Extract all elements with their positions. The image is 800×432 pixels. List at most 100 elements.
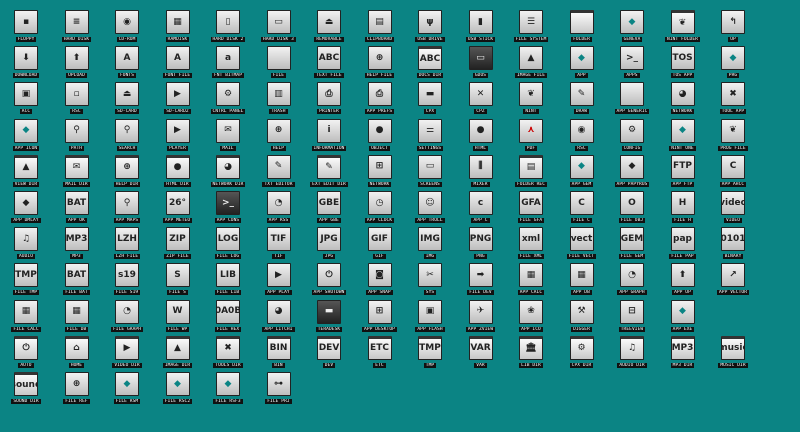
desktop-icon-128[interactable]: ⊞ APP DESKTOP bbox=[360, 298, 400, 338]
desktop-icon-82[interactable]: GBE APP GBE bbox=[309, 189, 349, 229]
desktop-icon-113[interactable]: ◙ APP SNAP bbox=[360, 261, 400, 301]
desktop-icon-150[interactable]: sound SOUND DIR bbox=[6, 370, 46, 410]
desktop-icon-80[interactable]: >_ APP CONS bbox=[208, 189, 248, 229]
desktop-icon-73[interactable]: ◆ APP PAPYRUS bbox=[612, 153, 652, 193]
desktop-icon-144[interactable]: VAR VAR bbox=[461, 334, 501, 374]
desktop-icon-63[interactable]: ⊕ HELP DIR bbox=[107, 153, 147, 193]
desktop-icon-114[interactable]: ✂ SYS bbox=[410, 261, 450, 301]
desktop-icon-24[interactable]: ABC DOCS DIR bbox=[410, 44, 450, 84]
desktop-icon-87[interactable]: C FILE C bbox=[562, 189, 602, 229]
desktop-icon-99[interactable]: IMG IMG bbox=[410, 225, 450, 265]
desktop-icon-127[interactable]: ▬ TERADESK bbox=[309, 298, 349, 338]
desktop-icon-43[interactable]: APP GENERIC bbox=[612, 80, 652, 120]
desktop-icon-37[interactable]: ⎙ PRINTER bbox=[309, 80, 349, 120]
desktop-icon-86[interactable]: GFA FILE GFA bbox=[511, 189, 551, 229]
desktop-icon-29[interactable]: TOS TOS APP bbox=[663, 44, 703, 84]
desktop-icon-153[interactable]: ◆ FILE RSC2 bbox=[158, 370, 198, 410]
desktop-icon-57[interactable]: ◉ RSC bbox=[562, 117, 602, 157]
desktop-icon-121[interactable]: ▦ FILE CALC bbox=[6, 298, 46, 338]
desktop-icon-17[interactable]: ⬆ UPLOAD bbox=[57, 44, 97, 84]
desktop-icon-90[interactable]: video VIDEO bbox=[713, 189, 753, 229]
desktop-icon-117[interactable]: ▦ APP DB bbox=[562, 261, 602, 301]
desktop-icon-20[interactable]: a FNT BITMAP bbox=[208, 44, 248, 84]
desktop-icon-135[interactable]: ⏻ AUTO bbox=[6, 334, 46, 374]
desktop-icon-47[interactable]: ⚲ PATH bbox=[57, 117, 97, 157]
desktop-icon-118[interactable]: ◔ APP GRAPH bbox=[612, 261, 652, 301]
desktop-icon-132[interactable]: ⚒ DIGGER bbox=[562, 298, 602, 338]
desktop-icon-143[interactable]: TMP TMP bbox=[410, 334, 450, 374]
desktop-icon-67[interactable]: ✎ EXT EDIT DIR bbox=[309, 153, 349, 193]
desktop-icon-68[interactable]: ⊞ NETWORK bbox=[360, 153, 400, 193]
desktop-icon-28[interactable]: >_ APPS bbox=[612, 44, 652, 84]
desktop-icon-134[interactable]: ◆ APP EXE bbox=[663, 298, 703, 338]
desktop-icon-41[interactable]: ❦ NINT bbox=[511, 80, 551, 120]
desktop-icon-104[interactable]: pap FILE PAP bbox=[663, 225, 703, 265]
desktop-icon-27[interactable]: ◆ APP bbox=[562, 44, 602, 84]
desktop-icon-54[interactable]: ⚌ SETTINGS bbox=[410, 117, 450, 157]
desktop-icon-58[interactable]: ⚙ CONFIG bbox=[612, 117, 652, 157]
desktop-icon-4[interactable]: ▦ RAMDISK bbox=[158, 8, 198, 48]
desktop-icon-95[interactable]: LOG FILE LOG bbox=[208, 225, 248, 265]
desktop-icon-9[interactable]: ψ USB DRIVE bbox=[410, 8, 450, 48]
desktop-icon-107[interactable]: BAT FILE BAT bbox=[57, 261, 97, 301]
desktop-icon-103[interactable]: GEM FILE GEM bbox=[612, 225, 652, 265]
desktop-icon-125[interactable]: 0A0B FILE HEX bbox=[208, 298, 248, 338]
desktop-icon-77[interactable]: BAT APP OK bbox=[57, 189, 97, 229]
desktop-icon-131[interactable]: ❀ APP ICO bbox=[511, 298, 551, 338]
desktop-icon-102[interactable]: vect FILE VECT bbox=[562, 225, 602, 265]
desktop-icon-83[interactable]: ◷ APP CLOCK bbox=[360, 189, 400, 229]
desktop-icon-116[interactable]: ▦ APP CALC bbox=[511, 261, 551, 301]
desktop-icon-96[interactable]: TIF TIF bbox=[259, 225, 299, 265]
desktop-icon-72[interactable]: ◆ APP GEM bbox=[562, 153, 602, 193]
desktop-icon-66[interactable]: ✎ TXT EDITOR bbox=[259, 153, 299, 193]
desktop-icon-155[interactable]: ⊶ FILE PRJ bbox=[259, 370, 299, 410]
desktop-icon-5[interactable]: ▯ HARD DISK 2 bbox=[208, 8, 248, 48]
desktop-icon-48[interactable]: ⚲ SEARCH bbox=[107, 117, 147, 157]
desktop-icon-70[interactable]: ⫼ MIXER bbox=[461, 153, 501, 193]
desktop-icon-6[interactable]: ▭ HARD DISK 3 bbox=[259, 8, 299, 48]
desktop-icon-152[interactable]: ◆ FILE RSM bbox=[107, 370, 147, 410]
desktop-icon-146[interactable]: ⚙ CPX DIR bbox=[562, 334, 602, 374]
desktop-icon-2[interactable]: ≡ HARD DISK bbox=[57, 8, 97, 48]
desktop-icon-62[interactable]: ✉ MAIL DIR bbox=[57, 153, 97, 193]
desktop-icon-111[interactable]: ▶ APP PLAY bbox=[259, 261, 299, 301]
desktop-icon-33[interactable]: ⏏ SD-CARD bbox=[107, 80, 147, 120]
desktop-icon-79[interactable]: 26° APP METEO bbox=[158, 189, 198, 229]
desktop-icon-97[interactable]: JPG JPG bbox=[309, 225, 349, 265]
desktop-icon-32[interactable]: ▫ RSC bbox=[57, 80, 97, 120]
desktop-icon-122[interactable]: ▦ FILE DB bbox=[57, 298, 97, 338]
desktop-icon-59[interactable]: ◆ NINT ONE bbox=[663, 117, 703, 157]
desktop-icon-133[interactable]: ⊟ TREEVIEW bbox=[612, 298, 652, 338]
desktop-icon-115[interactable]: ➡ FILE DEV bbox=[461, 261, 501, 301]
desktop-icon-112[interactable]: ⏻ APP SHUTDWN bbox=[309, 261, 349, 301]
desktop-icon-64[interactable]: ● HTML DIR bbox=[158, 153, 198, 193]
desktop-icon-110[interactable]: LIB FILE LIB bbox=[208, 261, 248, 301]
desktop-icon-36[interactable]: ▥ TRASH bbox=[259, 80, 299, 120]
desktop-icon-22[interactable]: ABC TEXT FILE bbox=[309, 44, 349, 84]
desktop-icon-30[interactable]: ◆ PRG bbox=[713, 44, 753, 84]
desktop-icon-148[interactable]: MP3 MP3 DIR bbox=[663, 334, 703, 374]
desktop-icon-34[interactable]: ▶ SD-CARD2 bbox=[158, 80, 198, 120]
desktop-icon-145[interactable]: 🏛 LIB DIR bbox=[511, 334, 551, 374]
desktop-icon-60[interactable]: ❦ PROG FILE bbox=[713, 117, 753, 157]
desktop-icon-93[interactable]: LZH LZH FILE bbox=[107, 225, 147, 265]
desktop-icon-50[interactable]: ✉ MAIL bbox=[208, 117, 248, 157]
desktop-icon-89[interactable]: H FILE H bbox=[663, 189, 703, 229]
desktop-icon-3[interactable]: ◉ CD-ROM bbox=[107, 8, 147, 48]
desktop-icon-52[interactable]: i INFORMATION bbox=[309, 117, 349, 157]
desktop-icon-75[interactable]: C APP AHCC bbox=[713, 153, 753, 193]
desktop-icon-61[interactable]: ▲ VIEW DIR bbox=[6, 153, 46, 193]
desktop-icon-137[interactable]: ▶ VIDEO DIR bbox=[107, 334, 147, 374]
desktop-icon-88[interactable]: O FILE OBJ bbox=[612, 189, 652, 229]
desktop-icon-7[interactable]: ⏏ REMOVABLE bbox=[309, 8, 349, 48]
desktop-icon-71[interactable]: ▤ FOLDER REC bbox=[511, 153, 551, 193]
desktop-icon-154[interactable]: ◆ FILE RSF3 bbox=[208, 370, 248, 410]
desktop-icon-26[interactable]: ▲ IMAGE FILE bbox=[511, 44, 551, 84]
desktop-icon-14[interactable]: ❦ NINT FOLDER bbox=[663, 8, 703, 48]
desktop-icon-39[interactable]: ▬ CPX bbox=[410, 80, 450, 120]
desktop-icon-35[interactable]: ⚙ CNTRL PANEL bbox=[208, 80, 248, 120]
desktop-icon-51[interactable]: ⊕ HELP bbox=[259, 117, 299, 157]
desktop-icon-98[interactable]: GIF GIF bbox=[360, 225, 400, 265]
desktop-icon-10[interactable]: ▮ USB STICK bbox=[461, 8, 501, 48]
desktop-icon-40[interactable]: ✕ CPZ bbox=[461, 80, 501, 120]
